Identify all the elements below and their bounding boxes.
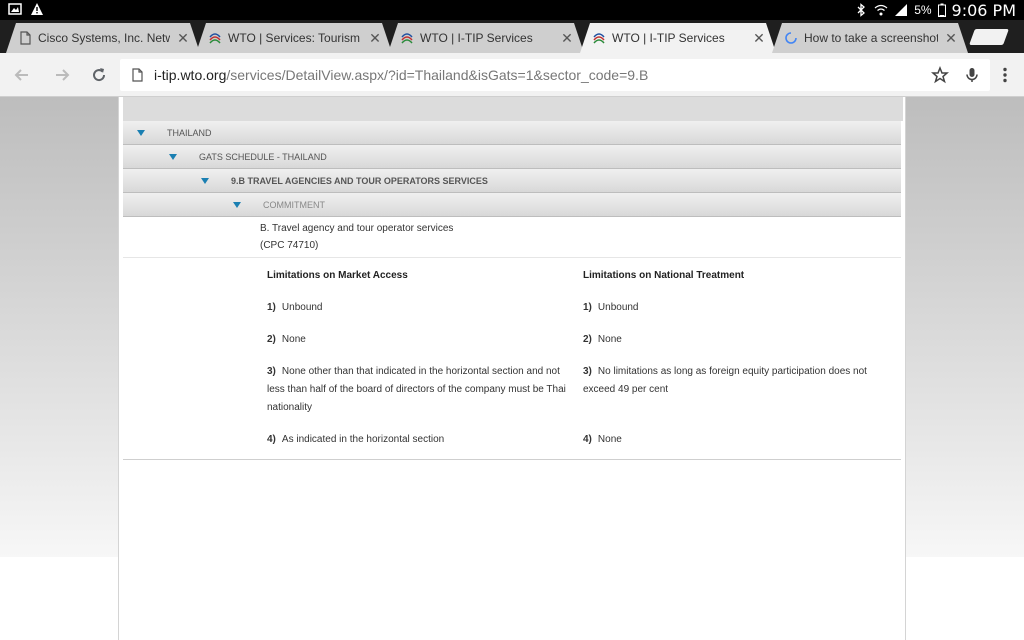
url-host: i-tip.wto.org bbox=[154, 67, 227, 83]
battery-icon bbox=[937, 3, 946, 17]
market-access-item: 4) As indicated in the horizontal section bbox=[267, 431, 567, 449]
limitation-text: None bbox=[597, 334, 622, 345]
battery-percentage: 5% bbox=[914, 3, 932, 17]
tree-node-label: GATS SCHEDULE - THAILAND bbox=[199, 151, 327, 162]
tab-screenshot-howto[interactable]: How to take a screenshot o ✕ bbox=[772, 23, 968, 53]
menu-button[interactable] bbox=[993, 63, 1017, 87]
close-icon[interactable]: ✕ bbox=[368, 30, 382, 47]
signal-icon bbox=[895, 4, 908, 16]
tree-node-label: COMMITMENT bbox=[263, 199, 325, 210]
page-info-icon[interactable] bbox=[130, 68, 144, 82]
url-path: /services/DetailView.aspx/?id=Thailand&i… bbox=[226, 67, 649, 83]
bluetooth-icon bbox=[857, 3, 866, 17]
limitation-text: Unbound bbox=[281, 302, 323, 313]
header-band bbox=[123, 97, 903, 121]
loading-spinner-icon bbox=[784, 31, 798, 45]
close-icon[interactable]: ✕ bbox=[176, 30, 190, 47]
tree-node-schedule[interactable]: GATS SCHEDULE - THAILAND bbox=[123, 145, 901, 169]
national-treatment-column: Limitations on National Treatment 1) Unbo… bbox=[583, 267, 893, 463]
mode-number: 1) bbox=[583, 302, 592, 313]
tree-node-label: THAILAND bbox=[167, 127, 212, 138]
market-access-column: Limitations on Market Access 1) Unbound 2… bbox=[267, 267, 567, 463]
limitation-text: Unbound bbox=[597, 302, 639, 313]
limitation-text: None bbox=[281, 334, 306, 345]
status-bar: 5% 9:06 PM bbox=[0, 0, 1024, 20]
wto-icon bbox=[592, 31, 606, 45]
tree-node-label: 9.B TRAVEL AGENCIES AND TOUR OPERATORS S… bbox=[231, 175, 488, 186]
market-access-heading: Limitations on Market Access bbox=[267, 270, 408, 281]
tree-node-commitment[interactable]: COMMITMENT bbox=[123, 193, 901, 217]
tab-strip: Cisco Systems, Inc. Networ ✕ WTO | Servi… bbox=[0, 20, 1024, 53]
national-treatment-heading: Limitations on National Treatment bbox=[583, 270, 745, 281]
tree-node-country[interactable]: THAILAND bbox=[123, 121, 901, 145]
wto-icon bbox=[208, 31, 222, 45]
market-access-item: 3) None other than that indicated in the … bbox=[267, 363, 567, 417]
close-icon[interactable]: ✕ bbox=[944, 30, 958, 47]
expand-triangle-icon[interactable] bbox=[201, 177, 209, 184]
national-treatment-item: 2) None bbox=[583, 331, 893, 349]
reload-icon bbox=[93, 68, 106, 82]
expand-triangle-icon[interactable] bbox=[233, 201, 241, 208]
table-bottom-border bbox=[123, 459, 901, 460]
mode-number: 1) bbox=[267, 302, 276, 313]
limitation-text: As indicated in the horizontal section bbox=[281, 434, 445, 445]
national-treatment-item: 3) No limitations as long as foreign equi… bbox=[583, 363, 893, 399]
star-icon bbox=[931, 66, 949, 84]
limitation-text: No limitations as long as foreign equity… bbox=[583, 366, 867, 395]
tab-wto-itip-active[interactable]: WTO | I-TIP Services ✕ bbox=[580, 23, 776, 53]
forward-button[interactable] bbox=[50, 63, 74, 87]
clock: 9:06 PM bbox=[951, 0, 1016, 20]
back-arrow-icon bbox=[14, 69, 28, 81]
close-icon[interactable]: ✕ bbox=[752, 30, 766, 47]
tab-title: WTO | I-TIP Services bbox=[420, 31, 533, 45]
voice-search-button[interactable] bbox=[960, 63, 984, 87]
mode-number: 4) bbox=[267, 434, 276, 445]
mode-number: 2) bbox=[267, 334, 276, 345]
bookmark-button[interactable] bbox=[928, 63, 952, 87]
close-icon[interactable]: ✕ bbox=[560, 30, 574, 47]
wto-icon bbox=[400, 31, 414, 45]
expand-triangle-icon[interactable] bbox=[137, 129, 145, 136]
sector-description: B. Travel agency and tour operator servi… bbox=[260, 220, 453, 254]
tab-cisco[interactable]: Cisco Systems, Inc. Networ ✕ bbox=[6, 23, 200, 53]
national-treatment-item: 4) None bbox=[583, 431, 893, 449]
mode-number: 3) bbox=[267, 366, 276, 377]
sector-description-line: B. Travel agency and tour operator servi… bbox=[260, 223, 454, 234]
tab-title: WTO | Services: Tourism an bbox=[228, 31, 362, 45]
tab-title: Cisco Systems, Inc. Networ bbox=[38, 31, 170, 45]
url-text[interactable]: i-tip.wto.org/services/DetailView.aspx/?… bbox=[154, 67, 648, 83]
market-access-item: 2) None bbox=[267, 331, 567, 349]
more-vert-icon bbox=[1003, 67, 1007, 83]
forward-arrow-icon bbox=[56, 69, 70, 81]
tab-wto-itip-1[interactable]: WTO | I-TIP Services ✕ bbox=[388, 23, 584, 53]
market-access-item: 1) Unbound bbox=[267, 299, 567, 317]
limitation-text: None bbox=[597, 434, 622, 445]
mode-number: 2) bbox=[583, 334, 592, 345]
new-tab-button[interactable] bbox=[969, 29, 1009, 45]
warning-icon bbox=[31, 3, 43, 15]
address-bar[interactable]: i-tip.wto.org/services/DetailView.aspx/?… bbox=[120, 59, 990, 91]
tree-node-sector[interactable]: 9.B TRAVEL AGENCIES AND TOUR OPERATORS S… bbox=[123, 169, 901, 193]
limitation-text: None other than that indicated in the ho… bbox=[267, 366, 566, 413]
reload-button[interactable] bbox=[87, 63, 111, 87]
browser-toolbar: i-tip.wto.org/services/DetailView.aspx/?… bbox=[0, 53, 1024, 97]
microphone-icon bbox=[966, 68, 978, 82]
wifi-icon bbox=[874, 4, 888, 16]
mode-number: 3) bbox=[583, 366, 592, 377]
back-button[interactable] bbox=[10, 63, 34, 87]
sector-cpc-code: (CPC 74710) bbox=[260, 240, 319, 251]
web-page: THAILAND GATS SCHEDULE - THAILAND 9.B TR… bbox=[0, 97, 1024, 640]
screenshot-notification-icon bbox=[8, 3, 22, 15]
mode-number: 4) bbox=[583, 434, 592, 445]
expand-triangle-icon[interactable] bbox=[169, 153, 177, 160]
national-treatment-item: 1) Unbound bbox=[583, 299, 893, 317]
divider bbox=[123, 257, 901, 258]
page-icon bbox=[18, 31, 32, 45]
tab-title: How to take a screenshot o bbox=[804, 31, 938, 45]
tab-title: WTO | I-TIP Services bbox=[612, 31, 725, 45]
content-panel: THAILAND GATS SCHEDULE - THAILAND 9.B TR… bbox=[118, 97, 906, 640]
tab-wto-tourism[interactable]: WTO | Services: Tourism an ✕ bbox=[196, 23, 392, 53]
